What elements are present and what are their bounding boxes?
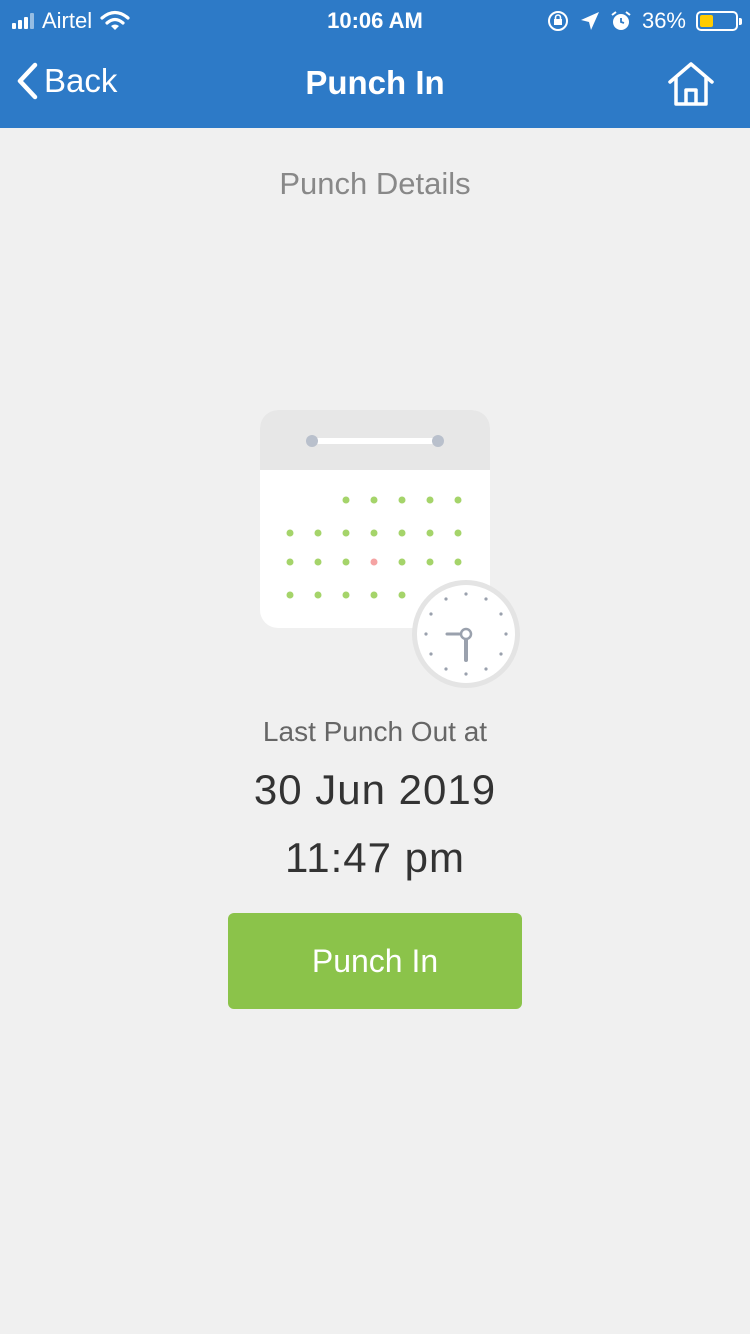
last-punch-time: 11:47 pm: [285, 834, 465, 881]
location-icon: [580, 12, 599, 30]
nav-bar: Back Punch In: [0, 42, 750, 128]
orientation-lock-icon: [547, 11, 568, 31]
home-icon[interactable]: [666, 60, 716, 108]
battery-percent: 36%: [641, 8, 686, 33]
last-punch-date: 30 Jun 2019: [253, 766, 497, 813]
battery-icon: [696, 11, 742, 31]
calendar-clock-illustration: [260, 410, 520, 688]
status-bar: Airtel 10:06 AM 36%: [0, 0, 750, 40]
last-punch-label: Last Punch Out at: [262, 716, 488, 747]
punch-in-button[interactable]: Punch In: [228, 913, 522, 1009]
alarm-icon: [611, 11, 631, 30]
page-title: Punch In: [305, 64, 445, 101]
section-title: Punch Details: [279, 166, 471, 201]
app-header: Airtel 10:06 AM 36% Back Punch In: [0, 0, 750, 128]
status-right: 36%: [546, 8, 742, 34]
